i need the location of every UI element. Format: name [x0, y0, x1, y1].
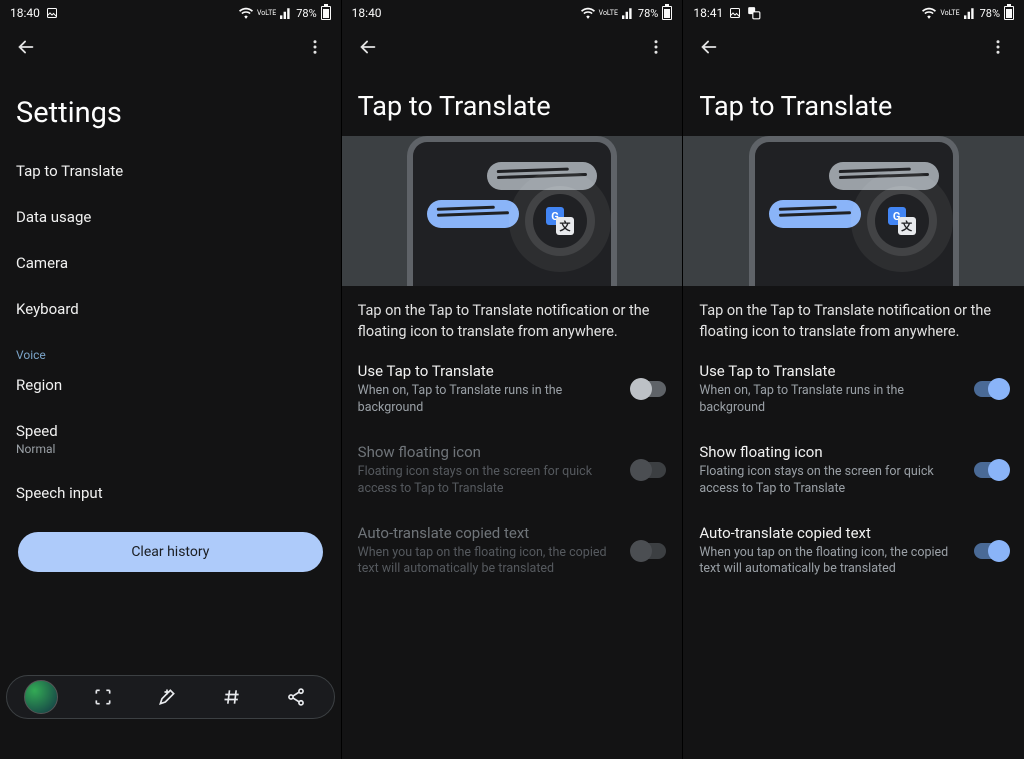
clock: 18:40	[10, 6, 40, 20]
back-icon[interactable]	[6, 27, 46, 67]
row-floating-icon[interactable]: Show floating icon Floating icon stays o…	[683, 429, 1024, 510]
item-region[interactable]: Region	[0, 362, 341, 408]
toggle-use-t2t[interactable]	[632, 381, 666, 397]
volte-label: VoLTE	[257, 10, 276, 17]
screen-t2t-on: 18:41 VoLTE 78% Tap to	[682, 0, 1024, 759]
signal-icon	[964, 7, 976, 19]
edit-icon[interactable]	[157, 687, 187, 707]
translate-float-icon: G文	[533, 194, 587, 248]
overflow-icon[interactable]	[295, 27, 335, 67]
wifi-icon	[239, 7, 253, 19]
toggle-use-t2t[interactable]	[974, 381, 1008, 397]
row-auto-translate: Auto-translate copied text When you tap …	[342, 510, 683, 591]
section-voice: Voice	[0, 332, 341, 362]
clock: 18:41	[693, 6, 723, 20]
page-title: Tap to Translate	[342, 68, 683, 136]
wifi-icon	[581, 7, 595, 19]
battery-label: 78%	[296, 7, 316, 20]
volte-label: VoLTE	[599, 10, 618, 17]
battery-icon	[662, 6, 672, 20]
page-title: Settings	[0, 68, 341, 148]
clock: 18:40	[352, 6, 382, 20]
screen-settings: 18:40 VoLTE 78% Settings Tap to Translat…	[0, 0, 341, 759]
signal-icon	[280, 7, 292, 19]
translate-float-icon: G文	[875, 194, 929, 248]
tag-icon[interactable]	[222, 687, 252, 707]
hero-illustration: G文	[342, 136, 683, 286]
status-bar: 18:41 VoLTE 78%	[683, 0, 1024, 26]
toggle-auto-translate[interactable]	[974, 543, 1008, 559]
battery-icon	[1004, 6, 1014, 20]
app-bar	[342, 26, 683, 68]
row-auto-translate[interactable]: Auto-translate copied text When you tap …	[683, 510, 1024, 591]
toggle-auto-translate	[632, 543, 666, 559]
wifi-icon	[922, 7, 936, 19]
item-keyboard[interactable]: Keyboard	[0, 286, 341, 332]
screen-t2t-off: 18:40 VoLTE 78% Tap to Translate	[341, 0, 683, 759]
hero-illustration: G文	[683, 136, 1024, 286]
back-icon[interactable]	[689, 27, 729, 67]
crop-icon[interactable]	[93, 687, 123, 707]
toggle-floating-icon[interactable]	[974, 462, 1008, 478]
toggle-floating-icon	[632, 462, 666, 478]
row-use-t2t[interactable]: Use Tap to Translate When on, Tap to Tra…	[342, 348, 683, 429]
app-bar	[0, 26, 341, 68]
item-speed-value: Normal	[16, 442, 325, 456]
row-use-t2t[interactable]: Use Tap to Translate When on, Tap to Tra…	[683, 348, 1024, 429]
item-tap-to-translate[interactable]: Tap to Translate	[0, 148, 341, 194]
item-speech-input[interactable]: Speech input	[0, 470, 341, 516]
item-speed[interactable]: Speed Normal	[0, 408, 341, 470]
back-icon[interactable]	[348, 27, 388, 67]
battery-label: 78%	[980, 7, 1000, 20]
translate-status-icon	[747, 6, 761, 20]
battery-label: 78%	[638, 7, 658, 20]
description: Tap on the Tap to Translate notification…	[683, 286, 1024, 348]
overflow-icon[interactable]	[978, 27, 1018, 67]
overflow-icon[interactable]	[636, 27, 676, 67]
battery-icon	[321, 6, 331, 20]
volte-label: VoLTE	[940, 10, 959, 17]
share-icon[interactable]	[286, 687, 316, 707]
item-data-usage[interactable]: Data usage	[0, 194, 341, 240]
status-bar: 18:40 VoLTE 78%	[0, 0, 341, 26]
picture-icon	[729, 7, 741, 19]
item-camera[interactable]: Camera	[0, 240, 341, 286]
signal-icon	[622, 7, 634, 19]
screenshot-toolbar	[6, 675, 335, 719]
picture-icon	[46, 7, 58, 19]
page-title: Tap to Translate	[683, 68, 1024, 136]
row-floating-icon: Show floating icon Floating icon stays o…	[342, 429, 683, 510]
app-bar	[683, 26, 1024, 68]
status-bar: 18:40 VoLTE 78%	[342, 0, 683, 26]
screenshot-thumbnail[interactable]	[24, 680, 58, 714]
description: Tap on the Tap to Translate notification…	[342, 286, 683, 348]
clear-history-button[interactable]: Clear history	[18, 532, 323, 572]
